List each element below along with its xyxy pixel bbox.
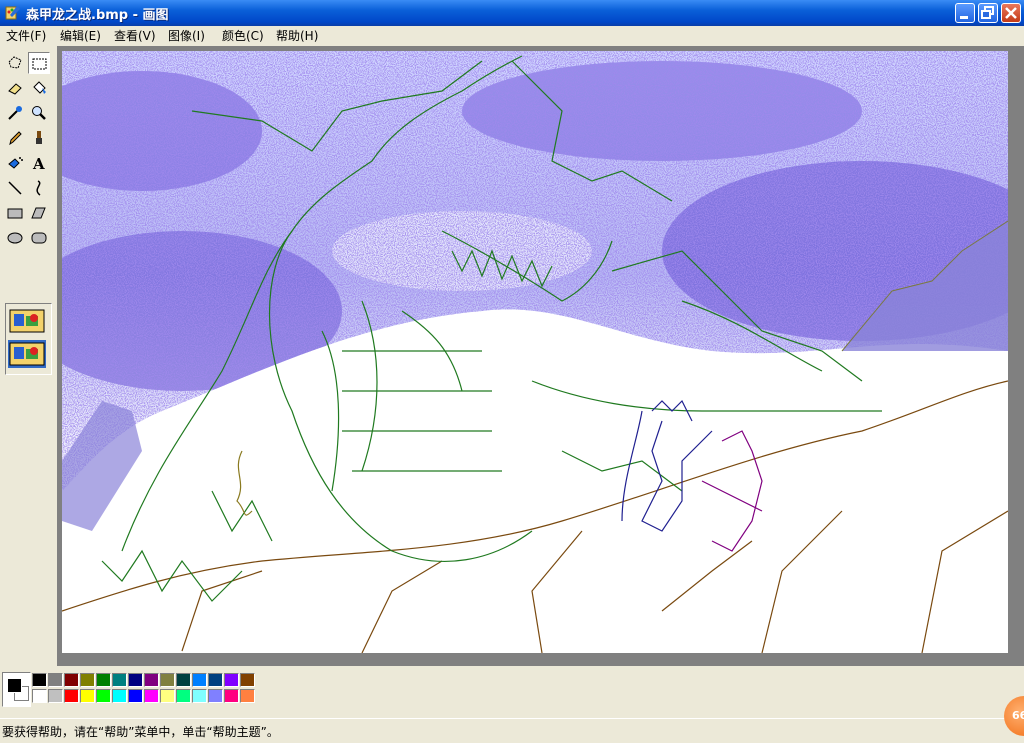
rectangle-icon[interactable] xyxy=(4,202,26,224)
palette-swatch[interactable] xyxy=(224,673,239,687)
palette-swatch[interactable] xyxy=(128,673,143,687)
foreground-color[interactable] xyxy=(7,678,22,693)
palette-swatch[interactable] xyxy=(240,689,255,703)
curve-icon[interactable] xyxy=(28,177,50,199)
palette-swatch[interactable] xyxy=(208,673,223,687)
palette-swatch[interactable] xyxy=(32,673,47,687)
menu-colors[interactable]: 颜色(C) xyxy=(222,28,264,44)
palette-swatch[interactable] xyxy=(208,689,223,703)
restore-button[interactable] xyxy=(978,3,998,23)
palette-swatch[interactable] xyxy=(80,689,95,703)
menu-bar: 文件(F) 编辑(E) 查看(V) 图像(I) 颜色(C) 帮助(H) xyxy=(0,26,1024,46)
rect-select-icon[interactable] xyxy=(28,52,50,74)
polygon-icon[interactable] xyxy=(28,202,50,224)
current-colors[interactable] xyxy=(2,672,31,707)
palette-swatch[interactable] xyxy=(176,673,191,687)
palette-swatch[interactable] xyxy=(224,689,239,703)
drawing-canvas[interactable] xyxy=(62,51,1008,653)
brush-icon[interactable] xyxy=(28,127,50,149)
palette-swatch[interactable] xyxy=(176,689,191,703)
line-icon[interactable] xyxy=(4,177,26,199)
palette-swatch[interactable] xyxy=(112,689,127,703)
pencil-icon[interactable] xyxy=(4,127,26,149)
menu-help[interactable]: 帮助(H) xyxy=(276,28,318,44)
palette-swatch[interactable] xyxy=(96,673,111,687)
palette-swatch[interactable] xyxy=(240,673,255,687)
paint-brush-icon[interactable] xyxy=(4,4,22,22)
status-bar: 要获得帮助，请在“帮助”菜单中，单击“帮助主题”。 xyxy=(0,718,1024,743)
transparent-option[interactable] xyxy=(8,308,46,334)
free-select-icon[interactable] xyxy=(4,52,26,74)
status-text: 要获得帮助，请在“帮助”菜单中，单击“帮助主题”。 xyxy=(2,725,279,739)
menu-edit[interactable]: 编辑(E) xyxy=(60,28,101,44)
rounded-rect-icon[interactable] xyxy=(28,227,50,249)
opaque-option[interactable] xyxy=(8,340,46,368)
palette-swatch[interactable] xyxy=(80,673,95,687)
tool-options xyxy=(5,303,52,375)
palette-swatch[interactable] xyxy=(160,689,175,703)
svg-text:A: A xyxy=(32,155,45,172)
text-icon[interactable]: A xyxy=(28,152,50,174)
palette-swatch[interactable] xyxy=(48,673,63,687)
palette-swatch[interactable] xyxy=(192,689,207,703)
eraser-icon[interactable] xyxy=(4,77,26,99)
palette-swatch[interactable] xyxy=(144,689,159,703)
palette-swatch[interactable] xyxy=(144,673,159,687)
minimize-button[interactable] xyxy=(955,3,975,23)
toolbox: A xyxy=(0,48,55,648)
palette-swatch[interactable] xyxy=(192,673,207,687)
eyedropper-icon[interactable] xyxy=(4,102,26,124)
ellipse-icon[interactable] xyxy=(4,227,26,249)
palette-swatch[interactable] xyxy=(112,673,127,687)
palette-swatch[interactable] xyxy=(160,673,175,687)
artwork xyxy=(62,51,1008,653)
menu-file[interactable]: 文件(F) xyxy=(6,28,46,44)
title-bar[interactable]: 森甲龙之战.bmp - 画图 xyxy=(0,0,1024,26)
palette-swatch[interactable] xyxy=(96,689,111,703)
palette-swatch[interactable] xyxy=(64,689,79,703)
fill-bucket-icon[interactable] xyxy=(28,77,50,99)
menu-view[interactable]: 查看(V) xyxy=(114,28,156,44)
palette-swatch[interactable] xyxy=(48,689,63,703)
palette-swatch[interactable] xyxy=(128,689,143,703)
palette-swatch[interactable] xyxy=(64,673,79,687)
magnifier-icon[interactable] xyxy=(28,102,50,124)
canvas-scroll-area[interactable] xyxy=(57,46,1024,666)
window-title: 森甲龙之战.bmp - 画图 xyxy=(26,8,169,23)
menu-image[interactable]: 图像(I) xyxy=(168,28,205,44)
airbrush-icon[interactable] xyxy=(4,152,26,174)
close-button[interactable] xyxy=(1001,3,1021,23)
palette-swatch[interactable] xyxy=(32,689,47,703)
